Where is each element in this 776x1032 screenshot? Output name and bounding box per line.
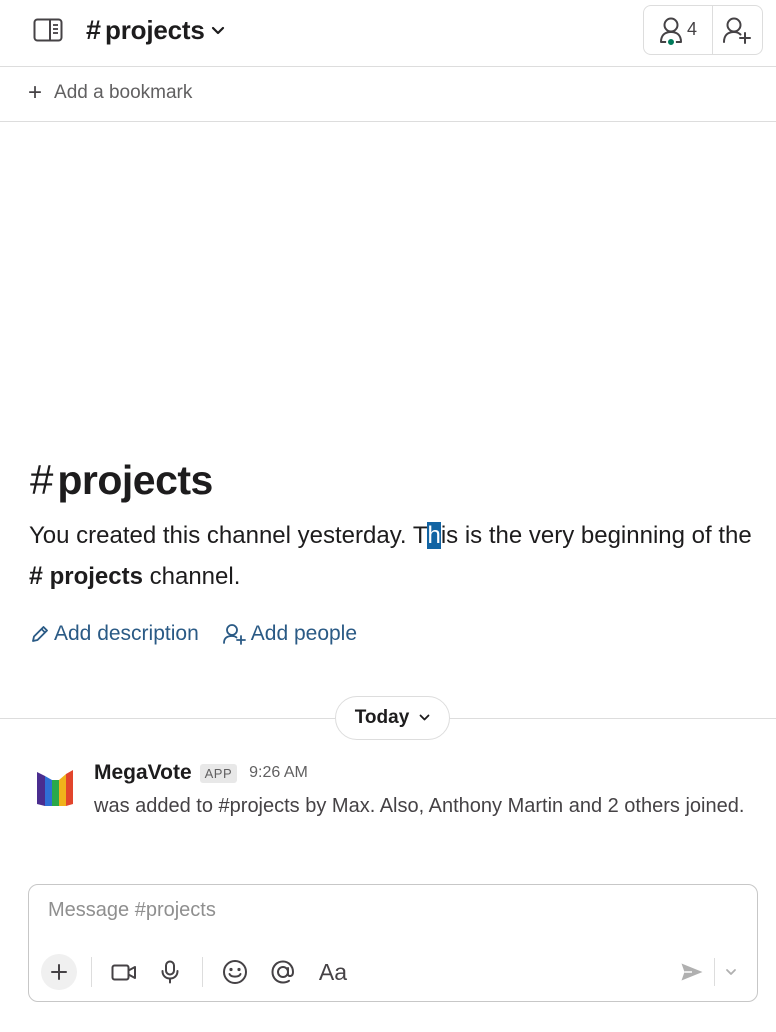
sidebar-panel-icon: [33, 18, 63, 42]
intro-text-part3: channel.: [142, 563, 241, 590]
message-text: was added to #projects by Max. Also, Ant…: [94, 795, 745, 817]
at-sign-icon: [271, 960, 295, 984]
message-input[interactable]: [48, 899, 728, 922]
pencil-icon: [32, 626, 48, 642]
person-add-icon: [722, 17, 751, 44]
intro-text-part1: You created this channel yesterday. T: [29, 522, 428, 549]
microphone-icon: [161, 960, 179, 984]
add-people-link[interactable]: Add people: [222, 622, 358, 646]
channel-header: # projects 4: [0, 0, 776, 67]
audio-clip-button[interactable]: [152, 954, 188, 990]
add-member-button[interactable]: [713, 6, 762, 54]
chevron-down-icon: [419, 714, 430, 722]
channel-mention[interactable]: # projects: [29, 562, 143, 590]
megavote-logo-icon: [37, 770, 73, 806]
app-badge: APP: [199, 763, 238, 783]
message-body: MegaVote APP 9:26 AM was added to #proje…: [94, 758, 764, 823]
intro-title: # projects: [30, 456, 213, 504]
members-button[interactable]: 4: [644, 6, 713, 54]
intro-channel-name: projects: [57, 457, 213, 503]
add-people-label: Add people: [250, 622, 358, 645]
mention-button[interactable]: [265, 954, 301, 990]
message-timestamp[interactable]: 9:26 AM: [249, 764, 308, 782]
toolbar-separator: [91, 957, 92, 987]
sidebar-toggle-button[interactable]: [30, 13, 66, 47]
channel-name-button[interactable]: # projects: [86, 12, 225, 48]
message-author[interactable]: MegaVote: [94, 761, 192, 785]
app-avatar[interactable]: [36, 766, 74, 808]
add-bookmark-button[interactable]: + Add a bookmark: [28, 80, 192, 106]
channel-mention-name: projects: [49, 563, 143, 590]
composer-toolbar: Aa: [41, 953, 353, 991]
channel-name: projects: [105, 14, 205, 45]
message-composer: Aa: [28, 884, 758, 1002]
emoji-button[interactable]: [217, 954, 253, 990]
intro-hash: #: [30, 456, 54, 503]
message-meta: MegaVote APP 9:26 AM: [94, 758, 764, 788]
smiley-icon: [223, 960, 247, 984]
plus-icon: +: [28, 79, 43, 106]
header-actions: 4: [643, 5, 763, 55]
plus-icon: [51, 964, 67, 980]
presence-indicator: [666, 37, 676, 47]
send-group: [680, 957, 737, 987]
formatting-label: Aa: [318, 958, 348, 985]
chevron-down-icon: [726, 969, 736, 975]
chevron-down-icon: [211, 26, 225, 36]
add-description-link[interactable]: Add description: [30, 622, 199, 646]
date-label: Today: [354, 707, 410, 728]
formatting-button[interactable]: Aa: [313, 954, 353, 990]
send-button[interactable]: [680, 957, 704, 987]
video-camera-icon: [111, 964, 136, 981]
intro-description: You created this channel yesterday. This…: [29, 516, 759, 597]
member-count: 4: [686, 18, 697, 39]
bookmark-bar: + Add a bookmark: [0, 68, 776, 122]
date-jump-button[interactable]: Today: [335, 696, 450, 740]
intro-text-part2: is is the very beginning of the: [440, 522, 752, 549]
intro-actions: Add description Add people: [30, 622, 357, 646]
send-separator: [714, 958, 715, 986]
send-options-button[interactable]: [725, 957, 737, 987]
attach-button[interactable]: [41, 954, 77, 990]
channel-hash: #: [86, 14, 102, 45]
video-clip-button[interactable]: [106, 954, 142, 990]
person-add-icon: [222, 624, 246, 645]
text-selection: h: [427, 522, 441, 549]
send-icon: [681, 963, 703, 981]
channel-mention-hash: #: [29, 562, 43, 590]
add-bookmark-label: Add a bookmark: [54, 82, 193, 103]
toolbar-separator: [202, 957, 203, 987]
add-description-label: Add description: [54, 622, 199, 645]
